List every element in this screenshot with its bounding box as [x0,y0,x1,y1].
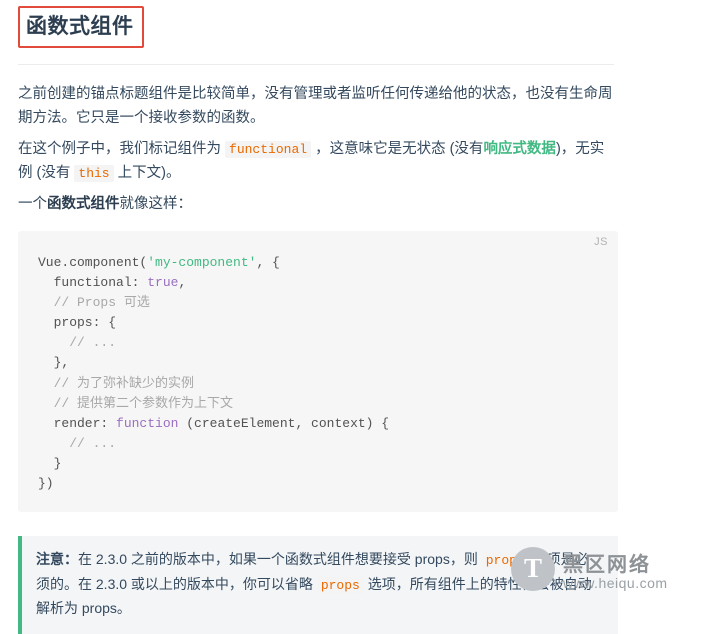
text-fragment: 上下文)。 [113,164,181,181]
code-token: , [178,274,187,290]
code-token: // 提供第二个参数作为上下文 [38,395,234,411]
code-token: props: { [38,315,117,331]
code-block: JS Vue.component('my-component', { funct… [18,230,618,513]
paragraph-functional-note: 在这个例子中，我们标记组件为 functional ，这意味它是无状态 (没有响… [18,138,618,185]
page-title: 函数式组件 [18,6,144,49]
title-divider [18,64,614,66]
inline-code-props-1: props [481,552,529,570]
paragraph-example-lead: 一个函数式组件就像这样： [18,193,618,216]
code-token: functional: [38,274,148,290]
code-token: render: [38,415,117,431]
document-page: 函数式组件 之前创建的锚点标题组件是比较简单，没有管理或者监听任何传递给他的状态… [0,0,707,634]
text-fragment: 就像这样： [119,196,193,213]
text-fragment: 一个 [18,196,47,213]
code-token: // 为了弥补缺少的实例 [38,375,195,391]
link-reactive-data[interactable]: 响应式数据 [483,141,556,157]
text-fragment: 在 2.3.0 之前的版本中，如果一个函数式组件想要接受 props，则 [78,551,482,568]
tip-callout: 注意：在 2.3.0 之前的版本中，如果一个函数式组件想要接受 props，则 … [18,536,618,634]
code-token: 'my-component' [147,254,257,270]
code-content: Vue.component('my-component', { function… [38,253,598,495]
term-functional-component: 函数式组件 [47,196,120,213]
code-token: // ... [38,435,117,451]
code-token: function [116,415,179,431]
code-token: }) [38,476,54,492]
code-token: } [38,456,62,472]
inline-code-props-2: props [316,576,364,594]
code-language-label: JS [594,235,608,248]
code-token: (createElement, context) { [178,415,390,431]
code-token: // ... [38,335,117,351]
inline-code-this: this [74,164,114,182]
code-token: true [147,274,179,290]
text-fragment: 在这个例子中，我们标记组件为 [18,141,226,158]
code-token: }, [38,355,70,371]
code-token: // Props 可选 [38,295,150,310]
inline-code-functional: functional [225,141,312,159]
text-fragment: ，这意味它是无状态 (没有 [311,141,484,158]
tip-label: 注意： [36,551,78,568]
code-token: Vue.component( [38,254,148,270]
title-section: 函数式组件 [18,0,689,66]
paragraph-intro: 之前创建的锚点标题组件是比较简单，没有管理或者监听任何传递给他的状态，也没有生命… [18,86,613,126]
code-token: , { [256,254,280,270]
